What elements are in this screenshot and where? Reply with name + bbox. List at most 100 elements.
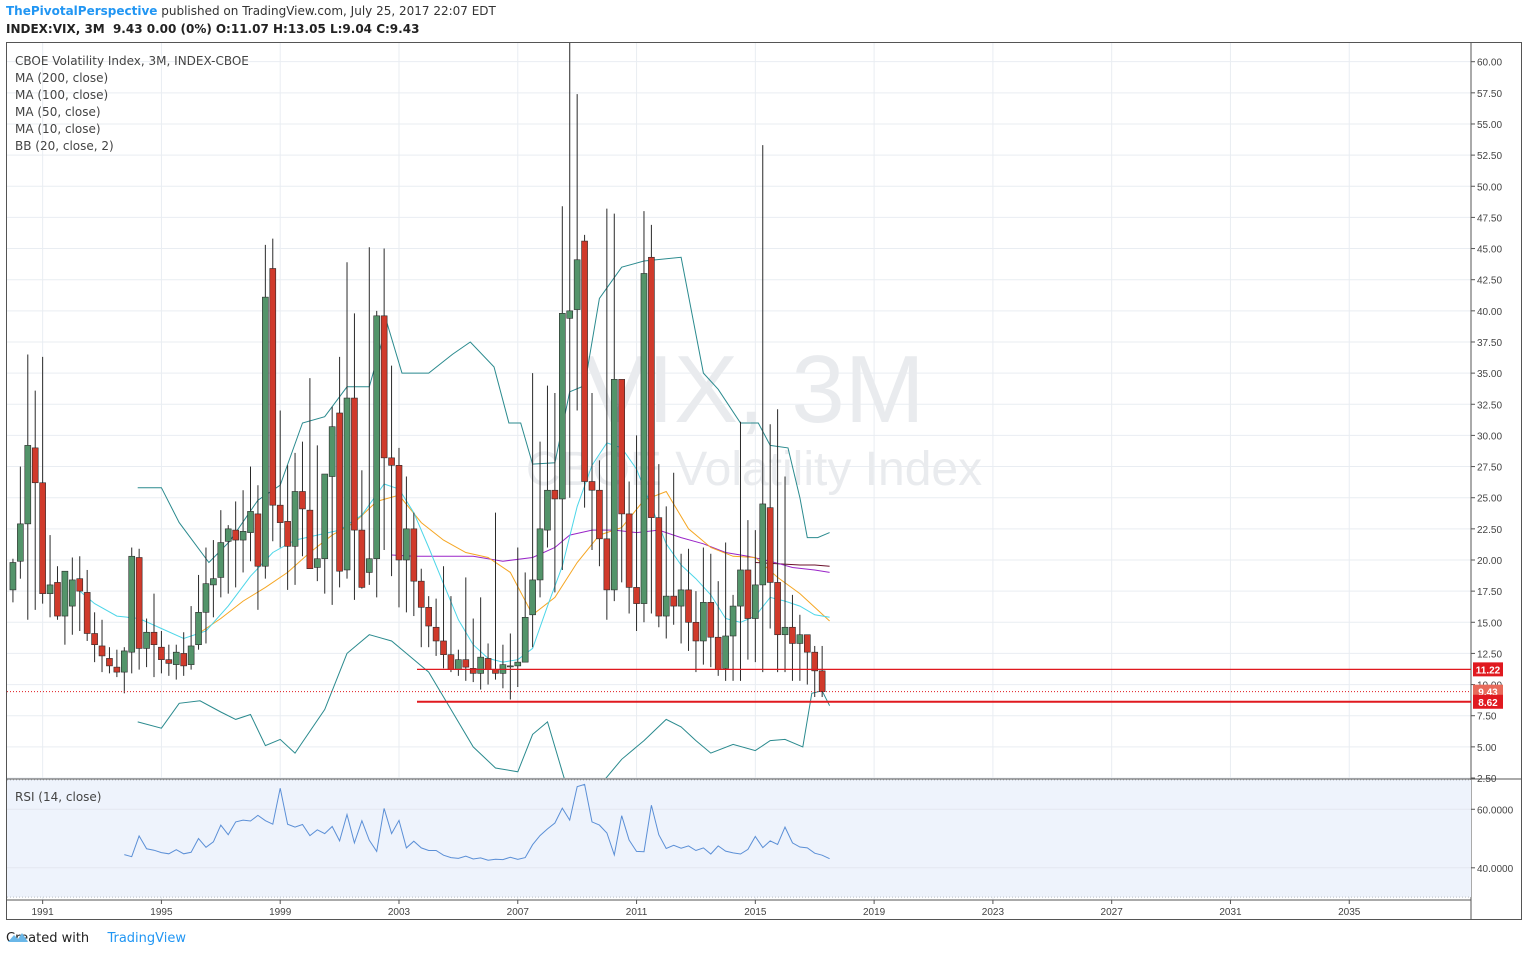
legend-ma200[interactable]: MA (200, close) [15,70,249,87]
candle [269,238,277,542]
y-tick-label: 20.00 [1477,556,1502,567]
x-tick-label: 2027 [1101,907,1124,918]
candle [120,647,128,694]
candle [210,540,217,618]
candle [566,43,574,498]
candle [499,644,507,689]
candle-body [737,569,744,607]
rsi-tick-label: 40.0000 [1477,864,1514,875]
candle [180,632,187,676]
candle [143,618,150,668]
candle-body [648,256,655,518]
candle [54,566,61,620]
ma200-line [755,562,830,567]
candle-body [603,538,611,591]
candle-body [625,513,633,588]
legend-ma10[interactable]: MA (10, close) [15,121,249,138]
candle [417,568,425,648]
candle-body [581,240,588,482]
candle-body [128,555,136,653]
candle-body [640,273,648,604]
candle [514,547,522,688]
y-tick-label: 47.50 [1477,213,1502,224]
candle-body [106,658,113,667]
candle-body [766,507,774,583]
x-tick-label: 2003 [388,907,411,918]
candle-body [759,503,767,586]
candle [380,248,388,551]
candle [440,566,447,669]
candle-body [31,447,39,484]
candle [789,594,796,681]
candle-body [172,651,180,665]
candle [24,354,32,620]
price-label: 8.62 [1478,698,1498,709]
candle [559,206,566,570]
candle-body [24,445,32,525]
candle-body [774,582,781,636]
candle-body [284,521,291,547]
candle [187,606,195,670]
candle [9,558,17,603]
candle [551,393,559,593]
legend-ma50[interactable]: MA (50, close) [15,104,249,121]
candle [165,644,173,676]
candle [128,547,136,674]
y-tick-label: 60.00 [1477,58,1502,69]
y-tick-label: 15.00 [1477,618,1502,629]
candle-body [618,379,626,515]
candle [692,591,700,673]
candle [217,510,225,598]
candle [373,310,381,598]
candle-body [120,650,128,673]
candle [365,247,373,585]
candle-body [781,626,789,636]
candle-body [655,517,663,617]
candle [17,466,24,579]
candle-body [529,579,536,616]
candle [581,234,588,508]
tradingview-brand-link[interactable]: TradingView [107,931,186,946]
candle-body [113,666,121,673]
candle [662,506,670,639]
candle-body [91,633,98,646]
candle-body [566,310,574,319]
candle-body [685,589,692,623]
candle [306,378,314,570]
candle [781,476,789,673]
candle-body [98,645,106,657]
candle-body [217,542,225,578]
x-tick-label: 1999 [269,907,292,918]
candle-body [187,645,195,665]
y-tick-label: 45.00 [1477,245,1502,256]
candle-body [351,397,358,531]
rsi-legend[interactable]: RSI (14, close) [15,790,101,804]
y-tick-label: 17.50 [1477,587,1502,598]
candle [573,94,581,411]
candle-body [677,589,685,607]
y-tick-label: 27.50 [1477,463,1502,474]
candle-body [247,511,254,533]
candle-body [9,562,17,591]
x-tick-label: 1995 [150,907,173,918]
y-tick-label: 22.50 [1477,525,1502,536]
candle-body [165,659,173,664]
legend-bb[interactable]: BB (20, close, 2) [15,138,249,155]
candle-body [276,504,284,523]
candle-body [83,592,91,634]
candle [343,262,351,579]
candle-body [455,659,462,670]
candle [224,525,232,594]
candle-body [150,631,158,646]
candle-body [328,426,336,477]
candle-body [239,531,247,541]
candle-body [440,640,447,655]
candle [314,445,321,582]
legend-ma100[interactable]: MA (100, close) [15,87,249,104]
legend-title[interactable]: CBOE Volatility Index, 3M, INDEX-CBOE [15,53,249,70]
candle-body [492,669,499,674]
x-tick-label: 2019 [863,907,886,918]
candle [707,553,715,668]
time-axis: 1991 1995 1999 2003 2007 2011 2015 2019 2023 2027… [32,900,1361,918]
candle-body [410,528,418,582]
